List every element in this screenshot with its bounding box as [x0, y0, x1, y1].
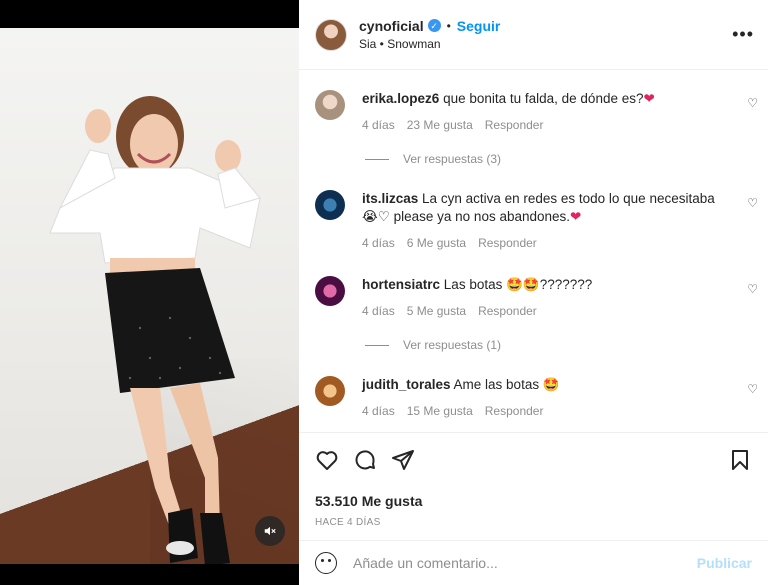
more-options-icon[interactable]: •••: [732, 24, 754, 45]
comment-time[interactable]: 4 días: [362, 402, 395, 420]
comment-text-row: erika.lopez6 que bonita tu falda, de dón…: [362, 90, 655, 108]
comment-like-heart-icon[interactable]: ♡: [747, 382, 758, 396]
comment-like-heart-icon[interactable]: ♡: [747, 282, 758, 296]
comment-like-heart-icon[interactable]: ♡: [747, 96, 758, 110]
reply-button[interactable]: Responder: [478, 302, 537, 320]
reply-button[interactable]: Responder: [485, 116, 544, 134]
comment-likes[interactable]: 23 Me gusta: [407, 116, 473, 134]
comment-time[interactable]: 4 días: [362, 234, 395, 252]
emoji-icon[interactable]: [315, 552, 337, 574]
instagram-post-viewer: cynoficial ✓ • Seguir Sia • Snowman ••• …: [0, 0, 768, 585]
comment-text-row: its.lizcas La cyn activa en redes es tod…: [362, 190, 715, 226]
avatar[interactable]: [315, 376, 345, 406]
comment-meta: 4 días 23 Me gusta Responder: [362, 116, 655, 134]
reply-button[interactable]: Responder: [478, 234, 537, 252]
heart-emoji: ❤: [570, 209, 582, 224]
comments-list: erika.lopez6 que bonita tu falda, de dón…: [299, 70, 768, 432]
audio-track-link[interactable]: Sia • Snowman: [359, 35, 500, 53]
mute-toggle[interactable]: [255, 516, 285, 546]
muted-speaker-icon: [264, 526, 276, 536]
verified-badge-icon: ✓: [427, 19, 441, 32]
avatar[interactable]: [315, 90, 345, 120]
comment-time[interactable]: 4 días: [362, 302, 395, 320]
comment-username[interactable]: its.lizcas: [362, 191, 418, 206]
woman-illustration: [49, 96, 261, 564]
bookmark-icon[interactable]: [728, 448, 752, 472]
comment-text: que bonita tu falda, de dónde es?: [443, 91, 644, 106]
comment-meta: 4 días 15 Me gusta Responder: [362, 402, 560, 420]
comment-text-row: judith_torales Ame las botas 🤩: [362, 376, 560, 394]
view-replies-label: Ver respuestas (3): [403, 152, 502, 166]
comment-time[interactable]: 4 días: [362, 116, 395, 134]
paper-plane-icon[interactable]: [391, 448, 415, 472]
comment-text: La cyn activa en redes es todo lo que ne…: [422, 191, 715, 206]
publish-button[interactable]: Publicar: [697, 555, 752, 571]
comment-meta: 4 días 5 Me gusta Responder: [362, 302, 592, 320]
comment-like-heart-icon[interactable]: ♡: [747, 196, 758, 210]
heart-icon[interactable]: [315, 448, 339, 472]
add-comment-bar: Publicar: [299, 540, 768, 585]
avatar[interactable]: [315, 18, 347, 51]
reply-button[interactable]: Responder: [485, 402, 544, 420]
comment-item: judith_torales Ame las botas 🤩 4 días 15…: [299, 376, 768, 420]
comment-username[interactable]: judith_torales: [362, 377, 451, 392]
comment-text: Ame las botas 🤩: [453, 377, 560, 392]
comment-text-row: hortensiatrc Las botas 🤩🤩???????: [362, 276, 592, 294]
post-video[interactable]: [0, 28, 299, 564]
header-separator: •: [446, 18, 451, 33]
comment-item: its.lizcas La cyn activa en redes es tod…: [299, 190, 768, 252]
post-side-panel: cynoficial ✓ • Seguir Sia • Snowman ••• …: [299, 0, 768, 585]
comment-input[interactable]: [353, 555, 697, 571]
comment-likes[interactable]: 15 Me gusta: [407, 402, 473, 420]
view-replies-button[interactable]: Ver respuestas (3): [299, 152, 768, 166]
comment-item: erika.lopez6 que bonita tu falda, de dón…: [299, 90, 768, 134]
avatar[interactable]: [315, 190, 345, 220]
post-actions: 53.510 Me gusta HACE 4 DÍAS: [299, 432, 768, 528]
comment-item: hortensiatrc Las botas 🤩🤩??????? 4 días …: [299, 276, 768, 320]
follow-button[interactable]: Seguir: [457, 17, 501, 35]
comment-icon[interactable]: [353, 448, 377, 472]
view-replies-button[interactable]: Ver respuestas (1): [299, 338, 768, 352]
post-date[interactable]: HACE 4 DÍAS: [315, 517, 752, 528]
comment-username[interactable]: erika.lopez6: [362, 91, 439, 106]
comment-text: Las botas 🤩🤩???????: [443, 277, 593, 292]
post-media[interactable]: [0, 0, 299, 585]
comment-text-line2: 😭♡ please ya no nos abandones.: [362, 209, 571, 224]
comment-likes[interactable]: 6 Me gusta: [407, 234, 466, 252]
comment-likes[interactable]: 5 Me gusta: [407, 302, 466, 320]
view-replies-label: Ver respuestas (1): [403, 338, 502, 352]
heart-emoji: ❤: [643, 91, 655, 106]
comment-meta: 4 días 6 Me gusta Responder: [362, 234, 715, 252]
post-header: cynoficial ✓ • Seguir Sia • Snowman •••: [299, 0, 768, 70]
likes-count[interactable]: 53.510 Me gusta: [315, 493, 752, 509]
avatar[interactable]: [315, 276, 345, 306]
comment-username[interactable]: hortensiatrc: [362, 277, 440, 292]
action-icons-row: [315, 447, 752, 473]
author-username[interactable]: cynoficial: [359, 17, 424, 35]
